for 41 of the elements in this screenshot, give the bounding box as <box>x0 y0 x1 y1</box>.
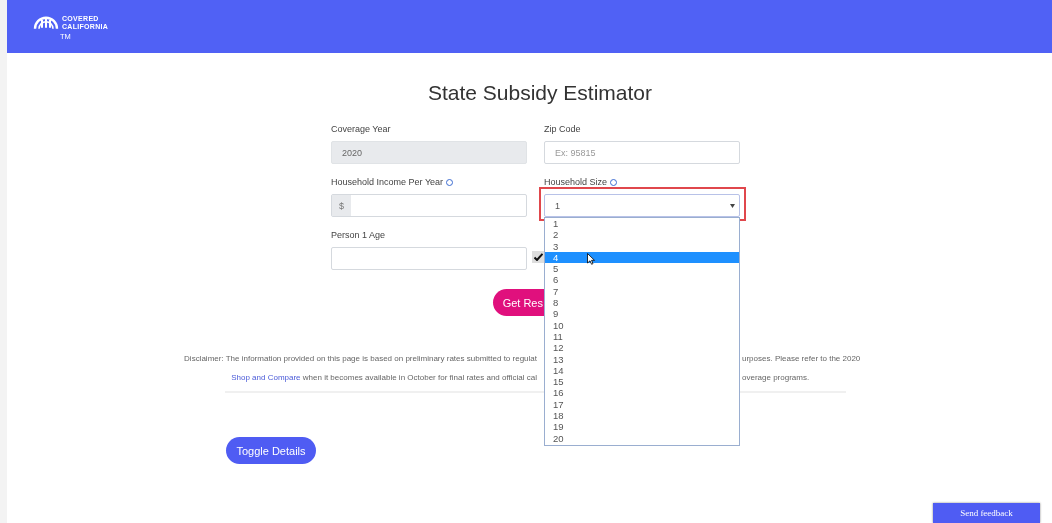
dropdown-option[interactable]: 14 <box>545 364 739 377</box>
cursor-icon <box>587 252 595 265</box>
disclaimer-text: when it becomes available in October for final rates and official cal <box>301 372 537 384</box>
get-results-button[interactable]: Get Res <box>492 289 545 316</box>
dropdown-option[interactable]: 1 <box>545 218 739 230</box>
income-field[interactable]: $ <box>331 194 527 217</box>
field-label: Zip Code <box>544 123 582 135</box>
logo-icon <box>33 15 59 30</box>
dropdown-option[interactable]: 9 <box>545 308 739 320</box>
page-title: State Subsidy Estimator <box>426 80 654 106</box>
dropdown-option[interactable]: 7 <box>545 285 739 298</box>
field-label: Person 1 Age <box>331 229 387 241</box>
dropdown-option[interactable]: 2 <box>545 229 739 241</box>
dropdown-option[interactable]: 17 <box>545 398 739 411</box>
currency-prefix: $ <box>332 195 351 216</box>
toggle-details-button[interactable]: Toggle Details <box>226 437 316 464</box>
field-label: Coverage Year <box>331 123 392 135</box>
dropdown-option[interactable]: 10 <box>545 319 739 331</box>
checkbox[interactable] <box>532 251 544 263</box>
dropdown-option[interactable]: 5 <box>545 263 739 275</box>
dropdown-option[interactable]: 3 <box>545 240 739 252</box>
dropdown-option[interactable]: 8 <box>545 297 739 309</box>
dropdown-option[interactable]: 19 <box>545 421 739 433</box>
disclaimer-text: overage programs. <box>741 372 810 384</box>
disclaimer-text: Disclaimer: The information provided on this page is based on preliminary rates submitted to regulat <box>184 353 537 365</box>
shop-and-compare-link[interactable]: Shop and Compare <box>231 368 301 387</box>
dropdown-option[interactable]: 20 <box>545 432 739 444</box>
send-feedback-button[interactable]: Send feedback <box>933 503 1040 523</box>
dropdown-option[interactable]: 12 <box>545 342 739 354</box>
age-field[interactable] <box>331 247 527 270</box>
dropdown-option[interactable]: 13 <box>545 353 739 365</box>
disclaimer-text: urposes. Please refer to the 2020 <box>741 353 861 365</box>
household-size-select[interactable]: 1 <box>544 194 740 217</box>
dropdown-option[interactable]: 11 <box>545 330 739 343</box>
field-label: Household Income Per Year <box>331 176 444 188</box>
field-label: Household Size <box>544 176 608 188</box>
dropdown-option[interactable]: 18 <box>545 410 739 422</box>
caret-icon <box>730 203 735 208</box>
dropdown-option[interactable]: 16 <box>545 387 739 399</box>
dropdown-option[interactable]: 15 <box>545 376 739 388</box>
dropdown-option[interactable]: 6 <box>545 274 739 286</box>
